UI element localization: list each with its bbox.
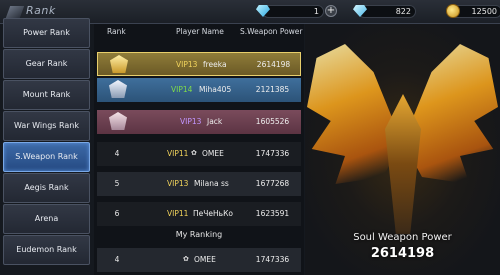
bronze-rank-badge-icon	[109, 112, 127, 130]
table-row[interactable]: VIP13 freeka 2614198	[97, 52, 301, 76]
weapon-power: 2121385	[255, 85, 290, 94]
vip-level: VIP13	[180, 117, 202, 126]
table-row[interactable]: 5 VIP13 Milana ss 1677268	[97, 172, 301, 196]
player-emblem-icon: ✿	[191, 149, 197, 157]
diamond-amount: 1	[262, 5, 324, 18]
header-sweapon-power: S.Weapon Power	[240, 27, 303, 36]
vip-level: VIP11	[167, 149, 189, 158]
header-player-name: Player Name	[176, 27, 224, 36]
weapon-power: 1747336	[255, 149, 290, 158]
table-row[interactable]: 6 VIP11 ПеЧеНьКо 1623591	[97, 202, 301, 226]
table-row[interactable]: 4 VIP11 ✿ OMEE 1747336	[97, 142, 301, 166]
vip-level: VIP13	[176, 60, 198, 69]
title-decoration-icon	[5, 6, 25, 18]
player-name: Jack	[207, 117, 223, 126]
sidebar-item-aegis-rank[interactable]: Aegis Rank	[3, 173, 90, 203]
my-ranking-label: My Ranking	[175, 230, 223, 239]
sidebar-item-sweapon-rank[interactable]: S.Weapon Rank	[3, 142, 90, 172]
vip-level: VIP14	[171, 85, 193, 94]
weapon-power: 1677268	[255, 179, 290, 188]
gold-rank-badge-icon	[110, 55, 128, 73]
table-row[interactable]: VIP14 Miha405 2121385	[97, 78, 301, 102]
page-title: Rank	[26, 4, 56, 17]
player-name: Milana ss	[194, 179, 229, 188]
rank-number: 6	[114, 209, 120, 218]
player-name: ПеЧеНьКо	[193, 209, 233, 218]
rank-number: 4	[114, 149, 120, 158]
sidebar-item-war-wings-rank[interactable]: War Wings Rank	[3, 111, 90, 141]
my-ranking-row: 4 ✿ OMEE 1747336	[97, 248, 301, 272]
bound-diamond-currency: 822	[353, 3, 416, 20]
player-name: Miha405	[199, 85, 232, 94]
sidebar-item-eudemon-rank[interactable]: Eudemon Rank	[3, 235, 90, 265]
sidebar-item-gear-rank[interactable]: Gear Rank	[3, 49, 90, 79]
vip-level: VIP13	[167, 179, 189, 188]
ranking-table: Rank Player Name S.Weapon Power VIP13 fr…	[94, 24, 304, 275]
gold-currency: 12500	[446, 3, 500, 20]
silver-rank-badge-icon	[109, 80, 127, 98]
soul-weapon-power-label: Soul Weapon Power	[353, 232, 452, 243]
rank-number: 5	[114, 179, 120, 188]
diamond-currency: 1 +	[256, 3, 337, 20]
bound-diamond-amount: 822	[358, 5, 416, 18]
weapon-power: 1623591	[255, 209, 290, 218]
table-row[interactable]: VIP13 Jack 1605526	[97, 110, 301, 134]
sidebar-item-arena[interactable]: Arena	[3, 204, 90, 234]
header-rank: Rank	[107, 27, 126, 36]
vip-level: VIP11	[167, 209, 189, 218]
my-rank-number: 4	[114, 255, 120, 264]
sidebar-item-mount-rank[interactable]: Mount Rank	[3, 80, 90, 110]
weapon-power: 2614198	[256, 60, 291, 69]
soul-weapon-power-value: 2614198	[370, 246, 435, 261]
my-player-name: OMEE	[194, 255, 216, 264]
player-name: freeka	[203, 60, 227, 69]
player-name: OMEE	[202, 149, 224, 158]
player-emblem-icon: ✿	[183, 255, 189, 263]
gold-coin-icon	[446, 4, 460, 18]
left-wing-art	[307, 44, 402, 184]
add-diamonds-button[interactable]: +	[325, 5, 337, 17]
my-weapon-power: 1747336	[255, 255, 290, 264]
weapon-power: 1605526	[255, 117, 290, 126]
soul-weapon-showcase: Soul Weapon Power 2614198	[305, 24, 500, 275]
sidebar-item-power-rank[interactable]: Power Rank	[3, 18, 90, 48]
